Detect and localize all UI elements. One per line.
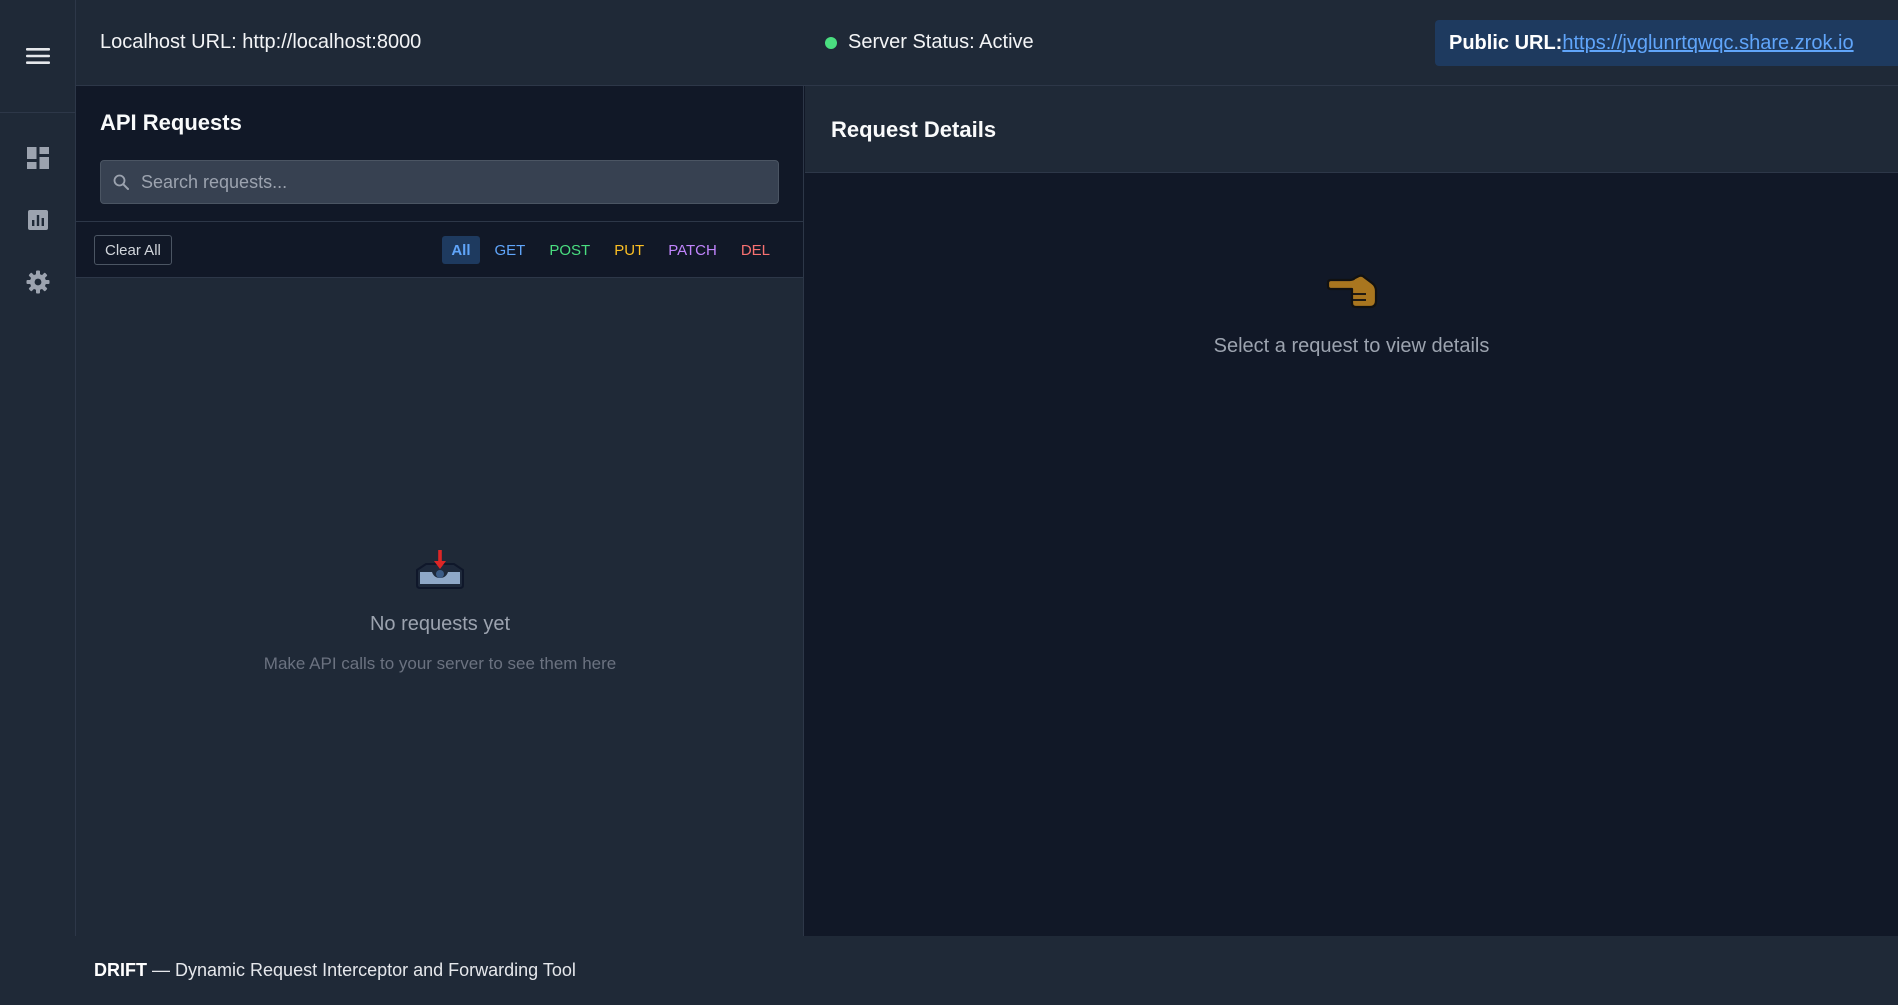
menu-icon bbox=[25, 48, 50, 64]
dashboard-icon bbox=[26, 147, 49, 169]
search-input[interactable] bbox=[141, 161, 778, 203]
details-panel: Request Details Select a request to view… bbox=[805, 86, 1898, 936]
empty-subtitle: Make API calls to your server to see the… bbox=[263, 654, 617, 673]
requests-empty-state: No requests yet Make API calls to your s… bbox=[76, 548, 804, 674]
pointing-hand-icon bbox=[1326, 274, 1377, 309]
filter-post[interactable]: POST bbox=[540, 236, 599, 264]
requests-title: API Requests bbox=[100, 110, 242, 135]
requests-panel: API Requests Clear All All GET POST PUT … bbox=[76, 86, 804, 936]
localhost-url: Localhost URL: http://localhost:8000 bbox=[100, 31, 422, 53]
filter-all[interactable]: All bbox=[442, 236, 480, 264]
public-url-box: Public URL: https://jvglunrtqwqc.share.z… bbox=[1435, 20, 1898, 66]
analytics-icon bbox=[27, 210, 48, 230]
footer-text: DRIFT — Dynamic Request Interceptor and … bbox=[94, 960, 576, 981]
footer-brand: DRIFT bbox=[94, 960, 147, 980]
filter-patch[interactable]: PATCH bbox=[659, 236, 726, 264]
footer-tagline: — Dynamic Request Interceptor and Forwar… bbox=[152, 960, 576, 980]
sidebar-item-analytics[interactable] bbox=[0, 189, 75, 251]
details-title: Request Details bbox=[831, 117, 997, 142]
status-dot-icon bbox=[825, 36, 837, 49]
requests-panel-header: API Requests bbox=[76, 86, 803, 222]
menu-button[interactable] bbox=[0, 0, 75, 113]
filter-put[interactable]: PUT bbox=[605, 236, 653, 264]
gear-icon bbox=[26, 270, 49, 294]
clear-all-button[interactable]: Clear All bbox=[94, 235, 172, 265]
filter-get[interactable]: GET bbox=[486, 236, 535, 264]
server-status-label: Server Status: Active bbox=[848, 31, 1034, 53]
sidebar-item-settings[interactable] bbox=[0, 251, 75, 313]
inbox-tray-icon bbox=[416, 550, 464, 589]
details-hint: Select a request to view details bbox=[1213, 335, 1490, 357]
details-empty-state: Select a request to view details bbox=[805, 274, 1898, 358]
footer: DRIFT — Dynamic Request Interceptor and … bbox=[0, 936, 1898, 1005]
details-panel-header: Request Details bbox=[805, 86, 1898, 173]
search-box bbox=[100, 160, 779, 204]
sidebar-item-dashboard[interactable] bbox=[0, 127, 75, 189]
empty-title: No requests yet bbox=[369, 613, 511, 635]
method-filters: All GET POST PUT PATCH DEL bbox=[442, 236, 779, 264]
server-status: Server Status: Active bbox=[825, 31, 1034, 54]
top-header: Localhost URL: http://localhost:8000 Ser… bbox=[76, 0, 1898, 86]
app-root: Localhost URL: http://localhost:8000 Ser… bbox=[0, 0, 1898, 1005]
filter-del[interactable]: DEL bbox=[732, 236, 779, 264]
search-icon bbox=[101, 174, 141, 190]
filter-bar: Clear All All GET POST PUT PATCH DEL bbox=[76, 222, 803, 278]
sidebar bbox=[0, 0, 76, 936]
public-url-link[interactable]: https://jvglunrtqwqc.share.zrok.io bbox=[1562, 32, 1853, 55]
public-url-label: Public URL: bbox=[1449, 31, 1563, 54]
sidebar-nav bbox=[0, 113, 75, 313]
